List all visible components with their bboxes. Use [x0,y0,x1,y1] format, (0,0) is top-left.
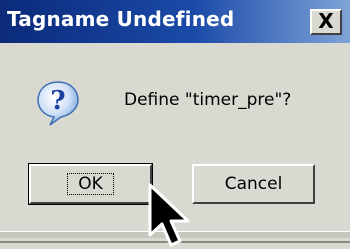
ok-button-label: OK [67,173,114,195]
close-button[interactable]: X [310,9,342,35]
dialog-message: Define "timer_pre"? [124,90,292,110]
cancel-button-label: Cancel [224,174,283,194]
window-title: Tagname Undefined [7,7,235,31]
question-icon: ? [37,81,79,126]
svg-text:?: ? [50,86,65,116]
dialog-window: Tagname Undefined X ? Define "timer_pre"… [0,0,350,249]
mouse-cursor-icon [148,183,190,247]
title-bar[interactable]: Tagname Undefined X [0,0,350,43]
cancel-button[interactable]: Cancel [192,164,315,204]
close-icon: X [318,9,334,33]
ok-button[interactable]: OK [28,163,153,205]
